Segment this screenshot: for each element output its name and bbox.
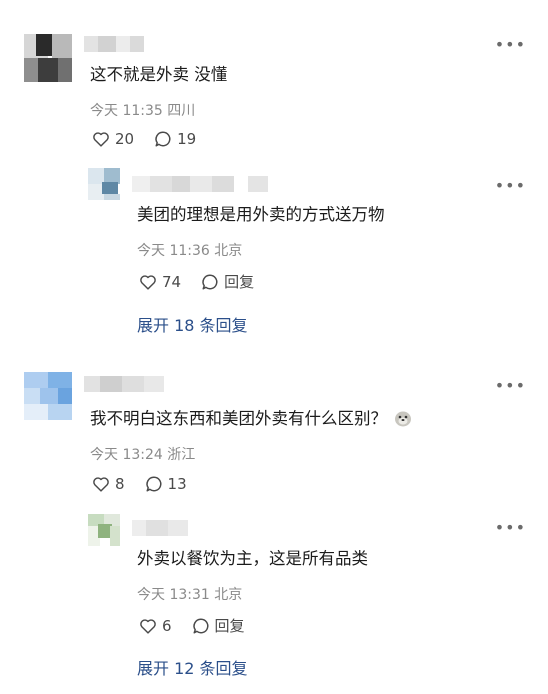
speech-bubble-icon — [155, 131, 171, 147]
reply-text: 外卖以餐饮为主，这是所有品类 — [137, 549, 368, 568]
reply-count: 13 — [167, 475, 187, 493]
heart-outline-icon — [93, 477, 109, 492]
reply-like-count: 74 — [162, 272, 182, 291]
reply-button[interactable]: 13 — [145, 475, 187, 493]
reply-count: 19 — [177, 130, 197, 148]
reply-more-options-icon[interactable]: ••• — [495, 520, 526, 536]
reply-actions: 6 回复 — [139, 615, 265, 636]
reply-reply-button[interactable]: 回复 — [192, 615, 245, 636]
doge-emoji-icon — [395, 411, 411, 427]
reply-more-options-icon[interactable]: ••• — [495, 178, 526, 194]
more-options-icon[interactable]: ••• — [495, 378, 526, 394]
avatar[interactable] — [24, 34, 72, 82]
reply-like-count: 6 — [162, 616, 172, 635]
username-blurred[interactable] — [84, 36, 144, 52]
expand-replies-link[interactable]: 展开 12 条回复 — [137, 655, 248, 679]
avatar[interactable] — [24, 372, 72, 420]
like-count: 8 — [115, 475, 125, 493]
speech-bubble-icon — [145, 476, 162, 492]
speech-bubble-icon — [192, 617, 209, 633]
comment-meta: 今天 13:24 浙江 — [90, 447, 196, 463]
reply-avatar[interactable] — [88, 168, 120, 200]
reply-like-button[interactable]: 74 — [139, 273, 181, 291]
heart-outline-icon — [140, 618, 156, 634]
reply-avatar[interactable] — [88, 514, 120, 546]
reply-username-blurred[interactable] — [132, 520, 188, 536]
expand-replies-link[interactable]: 展开 18 条回复 — [137, 312, 248, 336]
comment-actions: 20 19 — [92, 130, 216, 148]
reply-reply-button[interactable]: 回复 — [201, 271, 254, 292]
reply-label: 回复 — [224, 273, 255, 291]
reply-text: 美团的理想是用外卖的方式送万物 — [137, 205, 385, 224]
comment-meta: 今天 11:35 四川 — [90, 103, 196, 119]
reply-meta: 今天 13:31 北京 — [137, 587, 243, 603]
reply-label: 回复 — [214, 617, 245, 635]
comment-text: 我不明白这东西和美团外卖有什么区别？ — [90, 407, 413, 431]
reply-username-blurred[interactable] — [132, 176, 268, 192]
username-blurred[interactable] — [84, 376, 164, 392]
speech-bubble-icon — [202, 273, 218, 289]
reply-meta: 今天 11:36 北京 — [137, 243, 243, 259]
reply-button[interactable]: 19 — [154, 130, 196, 148]
like-count: 20 — [115, 130, 135, 148]
heart-outline-icon — [140, 274, 156, 290]
like-button[interactable]: 8 — [92, 475, 125, 493]
comment-actions: 8 13 — [92, 475, 207, 493]
reply-like-button[interactable]: 6 — [139, 617, 172, 635]
heart-outline-icon — [93, 132, 109, 147]
like-button[interactable]: 20 — [92, 130, 134, 148]
reply-actions: 74 回复 — [139, 271, 274, 292]
more-options-icon[interactable]: ••• — [495, 37, 526, 53]
comment-text: 这不就是外卖 没懂 — [90, 65, 228, 84]
